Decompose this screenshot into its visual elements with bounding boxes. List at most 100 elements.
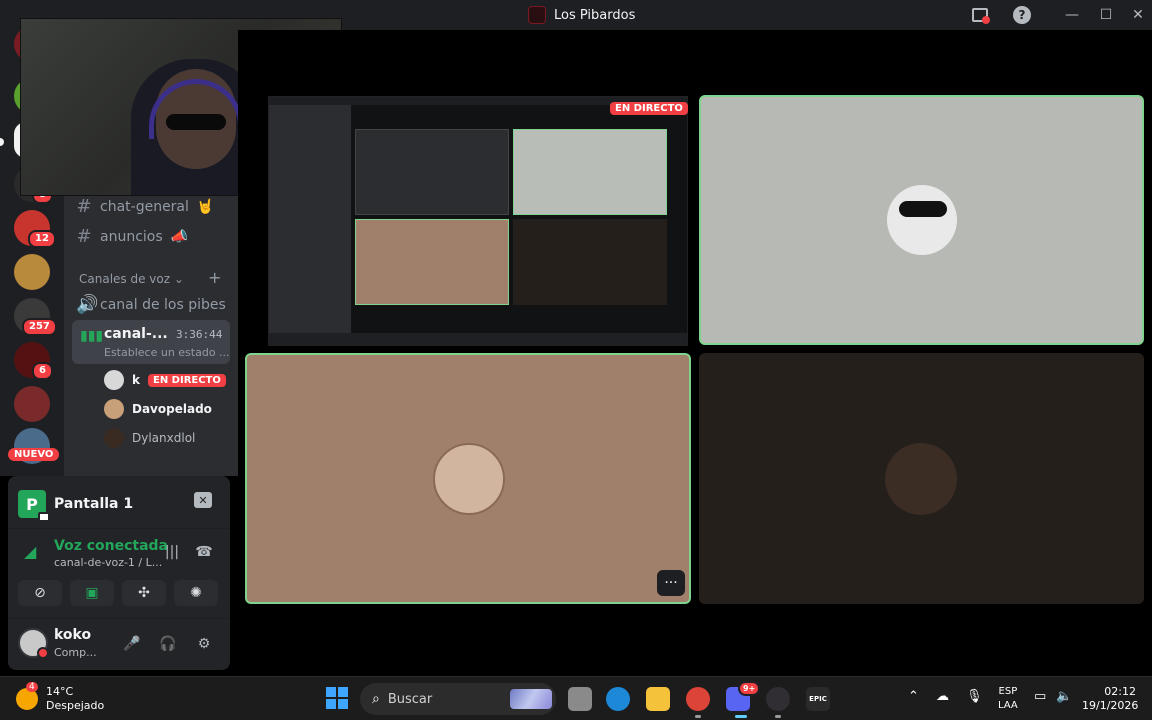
avatar (104, 370, 124, 390)
noise-suppression-icon[interactable]: ||| (162, 542, 182, 562)
window-title: Los Pibardos (528, 5, 635, 25)
language-indicator[interactable]: ESP LAA (998, 685, 1018, 713)
more-options-button[interactable]: ··· (657, 570, 685, 596)
tray-overflow-icon[interactable]: ⌃ (908, 689, 919, 704)
participant-tile[interactable]: ··· (245, 353, 691, 604)
screen-share-label: Pantalla 1 (54, 496, 134, 512)
minimize-icon[interactable]: — (1062, 5, 1082, 25)
weather-sun-icon: 4 (16, 682, 38, 710)
user-panel: P Pantalla 1 ✕ ◢ Voz conectada canal-de-… (8, 476, 230, 670)
channel-label: canal de los pibes (100, 296, 226, 313)
settings-gear-icon[interactable]: ⚙ (194, 634, 214, 654)
stop-stream-button[interactable]: ✕ (194, 492, 212, 508)
windows-taskbar: 4 14°C Despejado ⌕ Buscar 9+ EPIC ⌃ ☁ 🎙 … (0, 676, 1152, 720)
avatar (104, 399, 124, 419)
server-badge: 12 (28, 230, 56, 248)
weather-widget[interactable]: 4 14°C Despejado (16, 682, 105, 713)
participant-tile[interactable] (699, 353, 1144, 604)
file-explorer-icon[interactable] (646, 687, 670, 711)
screen-share-button[interactable]: ▣ (70, 580, 114, 606)
live-badge: EN DIRECTO (610, 102, 688, 115)
server-icon[interactable] (14, 386, 50, 422)
server-badge: 6 (32, 362, 53, 380)
divider (8, 528, 230, 529)
close-icon[interactable]: ✕ (1128, 5, 1148, 25)
channel-label: anuncios (100, 228, 163, 245)
channel-label: chat-general (100, 198, 189, 215)
running-indicator (775, 715, 781, 718)
active-voice-channel[interactable]: ▮▮▮ canal-... 3:36:44 Establece un estad… (72, 320, 230, 364)
screen-share-info: P Pantalla 1 (18, 490, 134, 522)
chrome-icon[interactable] (686, 687, 710, 711)
network-icon[interactable]: ▭ (1034, 689, 1046, 704)
new-badge: NUEVO (8, 448, 60, 461)
server-icon[interactable] (14, 254, 50, 290)
username[interactable]: koko (54, 627, 91, 643)
nested-tile (513, 219, 667, 305)
active-indicator (735, 715, 747, 718)
live-badge: EN DIRECTO (147, 373, 226, 387)
server-badge: 257 (22, 318, 57, 336)
window-title-text: Los Pibardos (554, 7, 636, 23)
voice-channel-path[interactable]: canal-de-voz-1 / L... (54, 556, 162, 569)
volume-icon[interactable]: 🔈 (1056, 689, 1072, 704)
nested-window (355, 129, 509, 215)
maximize-icon[interactable]: ☐ (1096, 5, 1116, 25)
microphone-icon[interactable]: 🎤 (122, 634, 142, 654)
avatar[interactable] (18, 628, 49, 659)
nested-tile (513, 129, 667, 215)
stream-tile[interactable] (268, 96, 688, 346)
weather-condition: Despejado (46, 699, 105, 712)
add-channel-icon[interactable]: + (208, 268, 221, 287)
user-status: Comp... (54, 646, 97, 659)
discord-badge: 9+ (738, 681, 761, 696)
system-clock[interactable]: 02:12 19/1/2026 (1082, 685, 1138, 713)
windows-start-icon[interactable] (326, 687, 348, 709)
channel-anuncios[interactable]: # anuncios 📣 (76, 226, 188, 247)
active-voice-timer: 3:36:44 (176, 328, 223, 341)
channel-emoji: 📣 (170, 228, 189, 245)
nested-sidebar (269, 105, 351, 333)
edge-icon[interactable] (606, 687, 630, 711)
voice-member[interactable]: Dylanxdlol (104, 428, 195, 448)
inbox-icon[interactable] (970, 5, 990, 25)
help-icon[interactable]: ? (1012, 5, 1032, 25)
hash-icon: # (76, 226, 92, 247)
avatar (433, 443, 505, 515)
speaker-icon: 🔊 (76, 294, 99, 315)
divider (8, 618, 230, 619)
voice-activity-icon: ▮▮▮ (80, 328, 104, 344)
tray-app-icon[interactable]: ☁ (936, 689, 949, 704)
active-voice-status: Establece un estado ... (104, 346, 230, 359)
activities-button[interactable]: ✣ (122, 580, 166, 606)
camera-toggle-button[interactable]: ⊘ (18, 580, 62, 606)
member-name: Davopelado (132, 402, 212, 416)
weather-temp: 14°C (46, 685, 74, 698)
search-highlight-image (510, 689, 552, 709)
member-name: k (132, 373, 140, 387)
epic-games-icon[interactable]: EPIC (806, 687, 830, 711)
screen-share-icon: P (18, 490, 50, 522)
active-voice-name: canal-... (104, 326, 168, 342)
sunglasses-icon (166, 114, 226, 130)
obs-icon[interactable] (766, 687, 790, 711)
tray-mic-icon[interactable]: 🎙 (966, 689, 983, 704)
task-view-icon[interactable] (568, 687, 592, 711)
signal-icon: ◢ (24, 542, 37, 561)
soundboard-button[interactable]: ✺ (174, 580, 218, 606)
nested-taskbar (269, 333, 687, 345)
headphones-icon[interactable]: 🎧 (158, 634, 178, 654)
search-placeholder: Buscar (387, 691, 433, 707)
voice-member[interactable]: k EN DIRECTO (104, 370, 226, 390)
voice-channel-pibes[interactable]: 🔊 canal de los pibes (76, 294, 226, 315)
voice-member[interactable]: Davopelado (104, 399, 212, 419)
taskbar-search[interactable]: ⌕ Buscar (360, 683, 556, 715)
participant-tile[interactable] (699, 95, 1144, 345)
channel-chat-general[interactable]: # chat-general 🤘 (76, 196, 214, 217)
voice-connected-label[interactable]: Voz conectada (54, 538, 168, 554)
member-name: Dylanxdlol (132, 431, 196, 445)
disconnect-icon[interactable]: ☎ (194, 542, 214, 562)
voice-category[interactable]: Canales de voz ⌄ (79, 272, 184, 286)
search-icon: ⌕ (372, 691, 380, 707)
avatar (104, 428, 124, 448)
